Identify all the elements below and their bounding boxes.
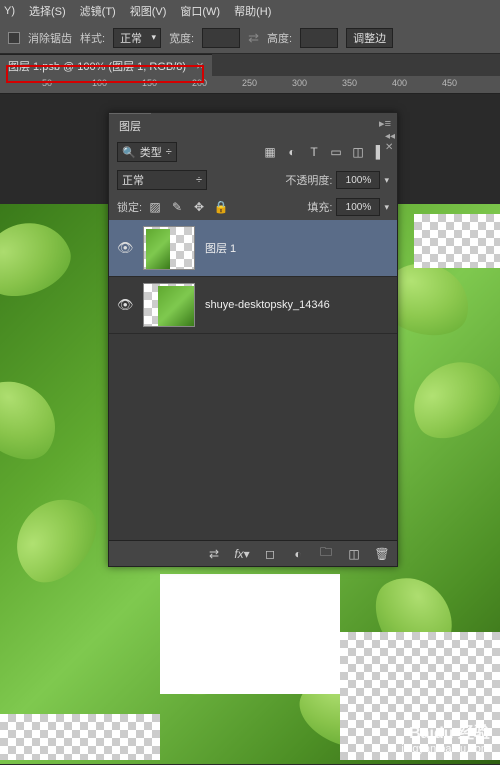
- lock-all-icon[interactable]: 🔒: [212, 198, 230, 216]
- new-layer-icon[interactable]: ◫: [345, 545, 363, 563]
- visibility-eye-icon[interactable]: 👁: [117, 297, 133, 313]
- layer-item[interactable]: 👁 图层 1: [109, 220, 397, 277]
- ruler-tick: 50: [42, 78, 52, 88]
- filter-smartobject-icon[interactable]: ◫: [349, 143, 367, 161]
- filter-type-icon[interactable]: T: [305, 143, 323, 161]
- menu-item[interactable]: 选择(S): [29, 3, 66, 19]
- layers-panel: ◂◂ ✕ 图层 ▸≡ 🔍 类型 ÷ ▦ ◐ T ▭ ◫ ▌ 正常÷ 不透明度: …: [108, 112, 398, 567]
- new-group-icon[interactable]: 🗀: [317, 545, 335, 563]
- horizontal-ruler[interactable]: 50 100 150 200 250 300 350 400 450: [0, 76, 500, 94]
- panel-collapse-icon[interactable]: ◂◂ ✕: [385, 131, 395, 141]
- height-label: 高度:: [267, 30, 292, 46]
- layer-mask-icon[interactable]: ◻: [261, 545, 279, 563]
- lock-fill-row: 锁定: ▨ ✎ ✥ 🔒 填充: 100% ▾: [109, 194, 397, 220]
- options-bar: 消除锯齿 样式: 正常 宽度: ⇄ 高度: 调整边: [0, 22, 500, 54]
- watermark-url: jingyan.baidu.com: [401, 743, 490, 755]
- opacity-label: 不透明度:: [285, 172, 332, 188]
- delete-layer-icon[interactable]: 🗑: [373, 545, 391, 563]
- filter-shape-icon[interactable]: ▭: [327, 143, 345, 161]
- document-tab-bar: 图层 1.psb @ 100% (图层 1, RGB/8) ×: [0, 54, 500, 76]
- layer-thumbnail[interactable]: [143, 283, 195, 327]
- opacity-input[interactable]: 100%: [336, 171, 380, 189]
- filter-kind-select[interactable]: 🔍 类型 ÷: [117, 142, 177, 162]
- filter-pixel-icon[interactable]: ▦: [261, 143, 279, 161]
- layer-fx-icon[interactable]: fx▾: [233, 545, 251, 563]
- watermark: Baidu 经验 jingyan.baidu.com: [401, 719, 490, 755]
- layer-thumbnail[interactable]: [143, 226, 195, 270]
- ruler-tick: 100: [92, 78, 107, 88]
- lock-transparency-icon[interactable]: ▨: [146, 198, 164, 216]
- link-layers-icon[interactable]: ⇄: [205, 545, 223, 563]
- ruler-tick: 350: [342, 78, 357, 88]
- ruler-tick: 150: [142, 78, 157, 88]
- lock-pixels-icon[interactable]: ✎: [168, 198, 186, 216]
- layer-name[interactable]: shuye-desktopsky_14346: [205, 299, 330, 311]
- height-input[interactable]: [300, 28, 338, 48]
- menu-item[interactable]: 窗口(W): [180, 3, 220, 19]
- ruler-tick: 200: [192, 78, 207, 88]
- menu-item[interactable]: 滤镜(T): [80, 3, 116, 19]
- close-icon[interactable]: ×: [196, 58, 204, 73]
- chevron-down-icon[interactable]: ▾: [384, 175, 389, 186]
- layer-filter-row: 🔍 类型 ÷ ▦ ◐ T ▭ ◫ ▌: [109, 138, 397, 166]
- canvas-smartobject-content: [160, 574, 340, 694]
- layer-list: 👁 图层 1 👁 shuye-desktopsky_14346: [109, 220, 397, 540]
- style-select[interactable]: 正常: [113, 28, 161, 48]
- ruler-tick: 250: [242, 78, 257, 88]
- visibility-eye-icon[interactable]: 👁: [117, 240, 133, 256]
- menu-bar: Y) 选择(S) 滤镜(T) 视图(V) 窗口(W) 帮助(H): [0, 0, 500, 22]
- panel-tab-layers[interactable]: 图层: [109, 113, 151, 138]
- antialias-label: 消除锯齿: [28, 30, 72, 46]
- style-label: 样式:: [80, 30, 105, 46]
- ruler-tick: 300: [292, 78, 307, 88]
- lock-position-icon[interactable]: ✥: [190, 198, 208, 216]
- blend-opacity-row: 正常÷ 不透明度: 100% ▾: [109, 166, 397, 194]
- lock-label: 锁定:: [117, 199, 142, 215]
- layer-item[interactable]: 👁 shuye-desktopsky_14346: [109, 277, 397, 334]
- transparent-area: [414, 214, 500, 268]
- adjustment-layer-icon[interactable]: ◐: [289, 545, 307, 563]
- menu-item[interactable]: 帮助(H): [234, 3, 271, 19]
- document-tab[interactable]: 图层 1.psb @ 100% (图层 1, RGB/8) ×: [0, 54, 212, 77]
- refine-edge-button[interactable]: 调整边: [346, 28, 393, 48]
- watermark-brand: Baidu 经验: [401, 719, 490, 743]
- antialias-checkbox[interactable]: [8, 32, 20, 44]
- layers-panel-footer: ⇄ fx▾ ◻ ◐ 🗀 ◫ 🗑: [109, 540, 397, 566]
- canvas-area[interactable]: ◂◂ ✕ 图层 ▸≡ 🔍 类型 ÷ ▦ ◐ T ▭ ◫ ▌ 正常÷ 不透明度: …: [0, 94, 500, 765]
- swap-dimensions-icon[interactable]: ⇄: [248, 30, 259, 46]
- width-label: 宽度:: [169, 30, 194, 46]
- ruler-tick: 450: [442, 78, 457, 88]
- menu-item[interactable]: Y): [4, 5, 15, 17]
- transparent-area: [0, 714, 160, 760]
- layer-name[interactable]: 图层 1: [205, 240, 236, 256]
- width-input[interactable]: [202, 28, 240, 48]
- chevron-down-icon[interactable]: ▾: [384, 202, 389, 213]
- ruler-tick: 400: [392, 78, 407, 88]
- filter-adjustment-icon[interactable]: ◐: [283, 143, 301, 161]
- blend-mode-select[interactable]: 正常÷: [117, 170, 207, 190]
- fill-input[interactable]: 100%: [336, 198, 380, 216]
- document-tab-label: 图层 1.psb @ 100% (图层 1, RGB/8): [8, 58, 186, 74]
- menu-item[interactable]: 视图(V): [130, 3, 167, 19]
- fill-label: 填充:: [307, 199, 332, 215]
